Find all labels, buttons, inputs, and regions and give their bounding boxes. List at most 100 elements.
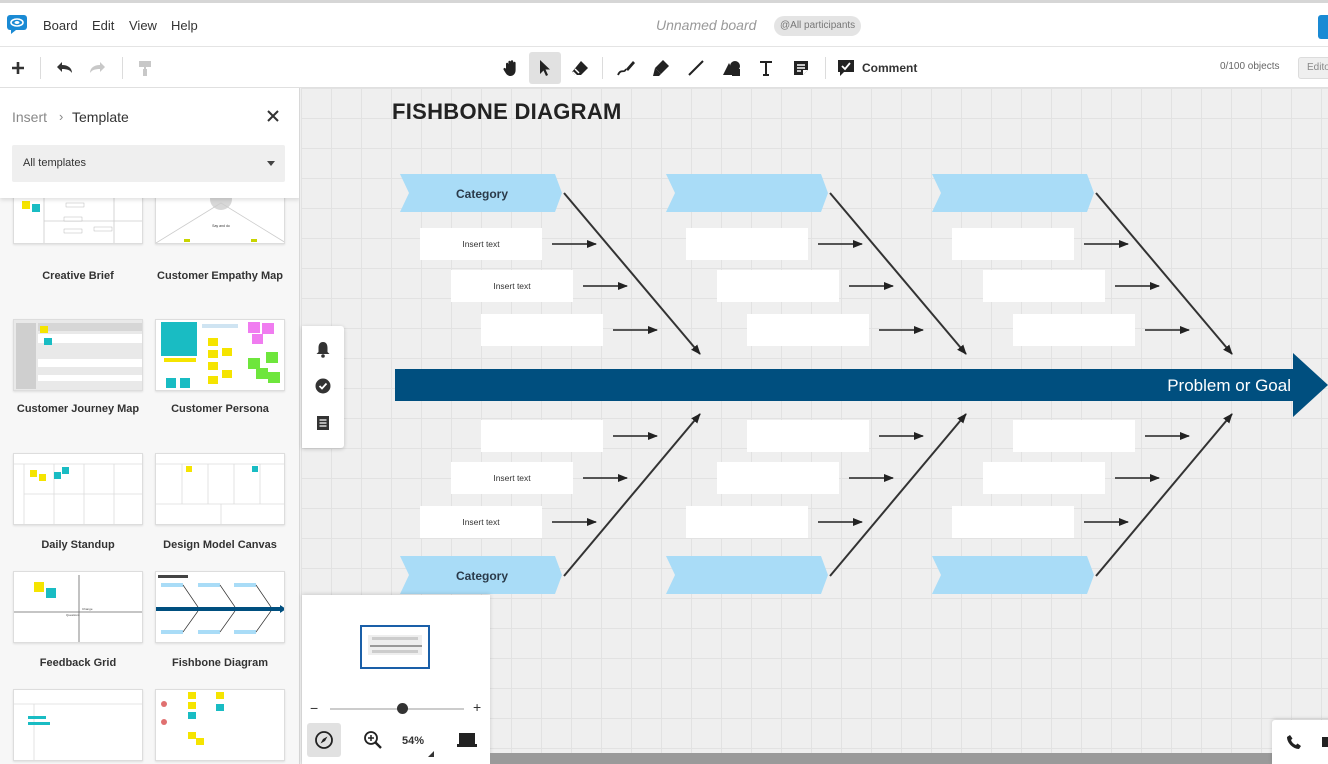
participants-badge[interactable]: @All participants — [774, 16, 862, 36]
edit-mode-button[interactable]: Edito — [1298, 57, 1328, 79]
text-box-top-1-2[interactable]: Insert text — [451, 270, 573, 302]
template-name: Creative Brief — [42, 270, 114, 282]
text-box — [481, 314, 603, 346]
template-thumbnail — [13, 689, 143, 761]
highlighter-icon[interactable] — [645, 52, 677, 84]
text-box — [1013, 420, 1135, 452]
call-panel — [1272, 720, 1328, 764]
text-box-bottom-2-1[interactable] — [747, 420, 869, 452]
line-tool-icon[interactable] — [680, 52, 712, 84]
text-box-label: Insert text — [462, 239, 500, 249]
compass-icon[interactable] — [307, 723, 341, 757]
add-icon[interactable] — [2, 52, 34, 84]
category-top-2[interactable] — [666, 174, 828, 212]
text-box-top-3-1[interactable] — [952, 228, 1074, 260]
category-bottom-1[interactable]: Category — [400, 556, 562, 594]
eraser-icon[interactable] — [564, 52, 596, 84]
template-design-model-canvas[interactable]: Design Model Canvas — [155, 453, 287, 563]
text-box-bottom-1-1[interactable] — [481, 420, 603, 452]
text-box-top-2-2[interactable] — [717, 270, 839, 302]
menu-board[interactable]: Board — [43, 18, 78, 33]
template-customer-persona[interactable]: Customer Persona — [155, 319, 287, 449]
zoom-out-button[interactable]: − — [310, 700, 318, 716]
zoom-magnifier-icon[interactable] — [356, 723, 390, 757]
zoom-percentage[interactable]: 54% — [402, 735, 424, 747]
template-fishbone-diagram[interactable]: Fishbone Diagram — [155, 571, 287, 681]
undo-icon[interactable] — [48, 52, 80, 84]
comment-button[interactable]: Comment — [862, 61, 917, 75]
shapes-tool-icon[interactable] — [715, 52, 747, 84]
text-tool-icon[interactable] — [750, 52, 782, 84]
text-box-top-3-3[interactable] — [1013, 314, 1135, 346]
bell-icon[interactable] — [314, 340, 332, 358]
category-bottom-3[interactable] — [932, 556, 1094, 594]
svg-text:Change: Change — [82, 607, 93, 611]
menu-edit[interactable]: Edit — [92, 18, 114, 33]
toolbar: Comment 0/100 objects Edito — [0, 46, 1328, 88]
text-box-bottom-2-2[interactable] — [717, 462, 839, 494]
category-chevron — [666, 174, 828, 212]
select-tool-icon[interactable] — [529, 52, 561, 84]
template-filter-select[interactable]: All templates — [12, 145, 285, 182]
redo-icon[interactable] — [82, 52, 114, 84]
pen-tool-icon[interactable] — [610, 52, 642, 84]
app-logo-icon[interactable] — [6, 14, 28, 34]
template-kanban-board[interactable] — [155, 689, 287, 764]
category-top-3[interactable] — [932, 174, 1094, 212]
text-box-top-3-2[interactable] — [983, 270, 1105, 302]
template-thumbnail — [155, 453, 285, 525]
close-icon[interactable] — [265, 108, 281, 124]
menu-view[interactable]: View — [129, 18, 157, 33]
phone-icon[interactable] — [1286, 734, 1302, 750]
comment-icon[interactable] — [830, 52, 862, 84]
goal-label[interactable]: Problem or Goal — [1167, 376, 1291, 395]
category-top-1[interactable]: Category — [400, 174, 562, 212]
template-name: Customer Persona — [171, 403, 269, 415]
text-box-top-1-1[interactable]: Insert text — [420, 228, 542, 260]
category-chevron — [932, 556, 1094, 594]
video-icon[interactable] — [1320, 734, 1328, 750]
template-gantt-chart[interactable] — [13, 689, 145, 764]
text-box-top-2-1[interactable] — [686, 228, 808, 260]
category-chevron — [932, 174, 1094, 212]
board-title[interactable]: Unnamed board — [656, 17, 756, 33]
text-box — [952, 506, 1074, 538]
text-box-bottom-3-1[interactable] — [1013, 420, 1135, 452]
hand-tool-icon[interactable] — [495, 52, 527, 84]
spine-arrow[interactable]: Problem or Goal — [395, 353, 1328, 417]
template-thumbnail — [13, 319, 143, 391]
template-feedback-grid[interactable]: Change Questions Feedback Grid — [13, 571, 145, 681]
template-name: Feedback Grid — [39, 657, 117, 669]
text-box-top-2-3[interactable] — [747, 314, 869, 346]
category-label: Category — [456, 187, 508, 201]
horizontal-scrollbar[interactable] — [490, 753, 1278, 764]
zoom-dropdown-icon — [428, 751, 434, 757]
share-button[interactable] — [1318, 15, 1328, 39]
text-box-top-1-3[interactable] — [481, 314, 603, 346]
text-box-bottom-3-3[interactable] — [952, 506, 1074, 538]
menu-bar: Board Edit View Help Unnamed board @All … — [0, 0, 1328, 46]
spine-bar[interactable] — [395, 369, 1295, 401]
text-box-bottom-3-2[interactable] — [983, 462, 1105, 494]
category-bottom-2[interactable] — [666, 556, 828, 594]
text-box — [1013, 314, 1135, 346]
breadcrumb-insert[interactable]: Insert — [12, 109, 47, 125]
text-box-bottom-1-3[interactable]: Insert text — [420, 506, 542, 538]
svg-text:Questions: Questions — [66, 613, 80, 617]
list-icon[interactable] — [314, 414, 332, 432]
text-box-bottom-2-3[interactable] — [686, 506, 808, 538]
category-label: Category — [456, 569, 508, 583]
sticky-note-icon[interactable] — [785, 52, 817, 84]
format-painter-icon[interactable] — [129, 52, 161, 84]
zoom-slider-thumb[interactable] — [397, 703, 408, 714]
text-box-label: Insert text — [462, 517, 500, 527]
template-customer-journey-map[interactable]: Customer Journey Map — [13, 319, 145, 449]
minimap-viewport[interactable] — [360, 625, 430, 669]
template-daily-standup[interactable]: Daily Standup — [13, 453, 145, 563]
zoom-in-button[interactable]: + — [473, 699, 481, 715]
menu-help[interactable]: Help — [171, 18, 198, 33]
text-box-bottom-1-2[interactable]: Insert text — [451, 462, 573, 494]
text-box — [717, 462, 839, 494]
presentation-icon[interactable] — [450, 723, 484, 757]
checkmark-circle-icon[interactable] — [314, 377, 332, 395]
